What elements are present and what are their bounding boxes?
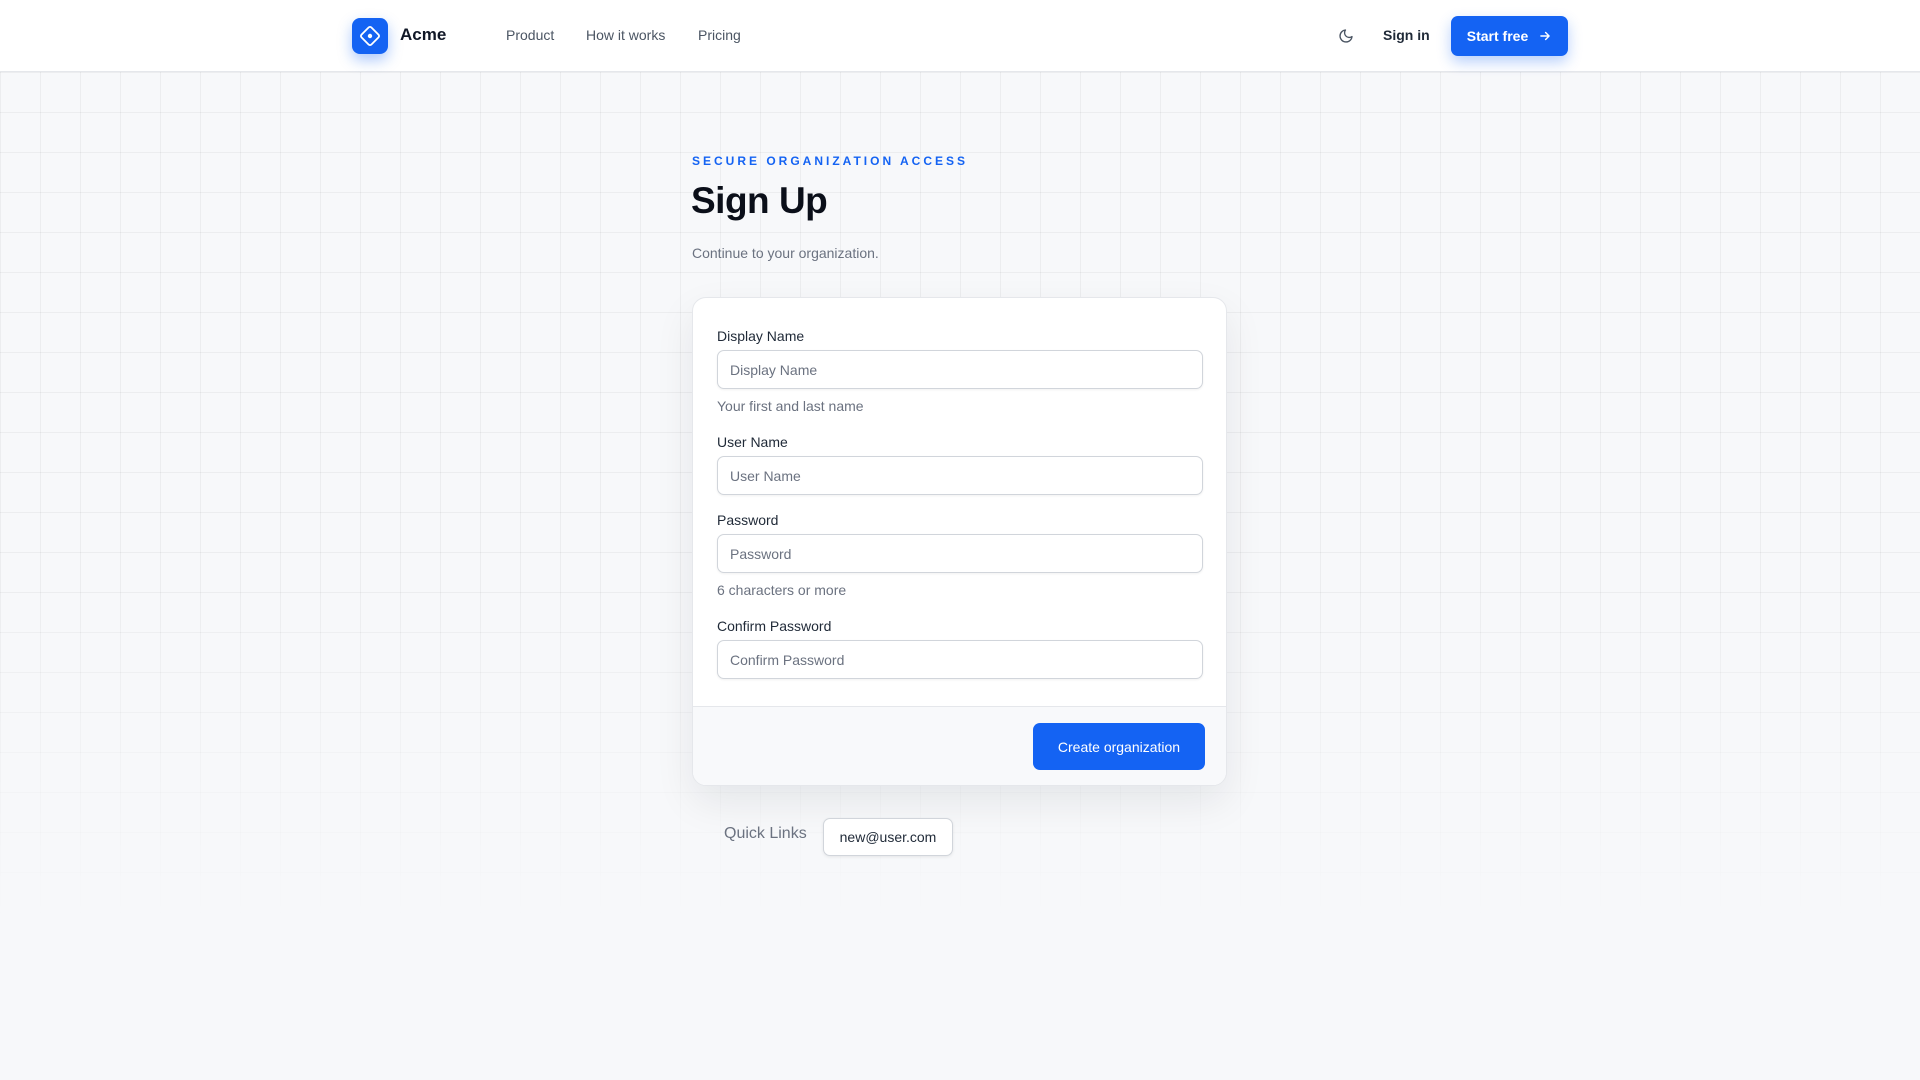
password-input[interactable] <box>717 534 1203 573</box>
start-free-label: Start free <box>1466 28 1529 44</box>
quick-link-chip[interactable]: new@user.com <box>823 818 953 856</box>
display-name-label: Display Name <box>717 328 805 344</box>
brand-logo[interactable] <box>352 18 388 54</box>
sign-in-link[interactable]: Sign in <box>1383 27 1430 43</box>
nav-link-product[interactable]: Product <box>506 27 554 43</box>
signup-form-card: Display Name Your first and last name Us… <box>692 297 1227 786</box>
quick-links-label: Quick Links <box>724 825 807 842</box>
start-free-button[interactable]: Start free <box>1451 16 1568 56</box>
confirm-password-input[interactable] <box>717 640 1203 679</box>
nav-link-pricing[interactable]: Pricing <box>698 27 741 43</box>
brand-name[interactable]: Acme <box>400 25 446 45</box>
password-hint: 6 characters or more <box>717 582 847 598</box>
confirm-password-label: Confirm Password <box>717 618 832 634</box>
theme-toggle-button[interactable] <box>1332 24 1360 48</box>
page-subtitle: Continue to your organization. <box>692 245 879 261</box>
nav-link-how-it-works[interactable]: How it works <box>586 27 665 43</box>
display-name-input[interactable] <box>717 350 1203 389</box>
arrow-right-icon <box>1540 31 1551 41</box>
display-name-hint: Your first and last name <box>717 398 864 414</box>
form-footer: Create organization <box>693 706 1226 785</box>
moon-icon <box>1339 29 1353 43</box>
page-title: Sign Up <box>691 180 828 221</box>
user-name-input[interactable] <box>717 456 1203 495</box>
eyebrow-label: SECURE ORGANIZATION ACCESS <box>692 154 969 168</box>
password-label: Password <box>717 512 779 528</box>
user-name-label: User Name <box>717 434 788 450</box>
create-organization-button[interactable]: Create organization <box>1033 723 1205 770</box>
top-navbar: Acme Product How it works Pricing Sign i… <box>0 0 1920 72</box>
diamond-logo-icon <box>360 26 380 46</box>
